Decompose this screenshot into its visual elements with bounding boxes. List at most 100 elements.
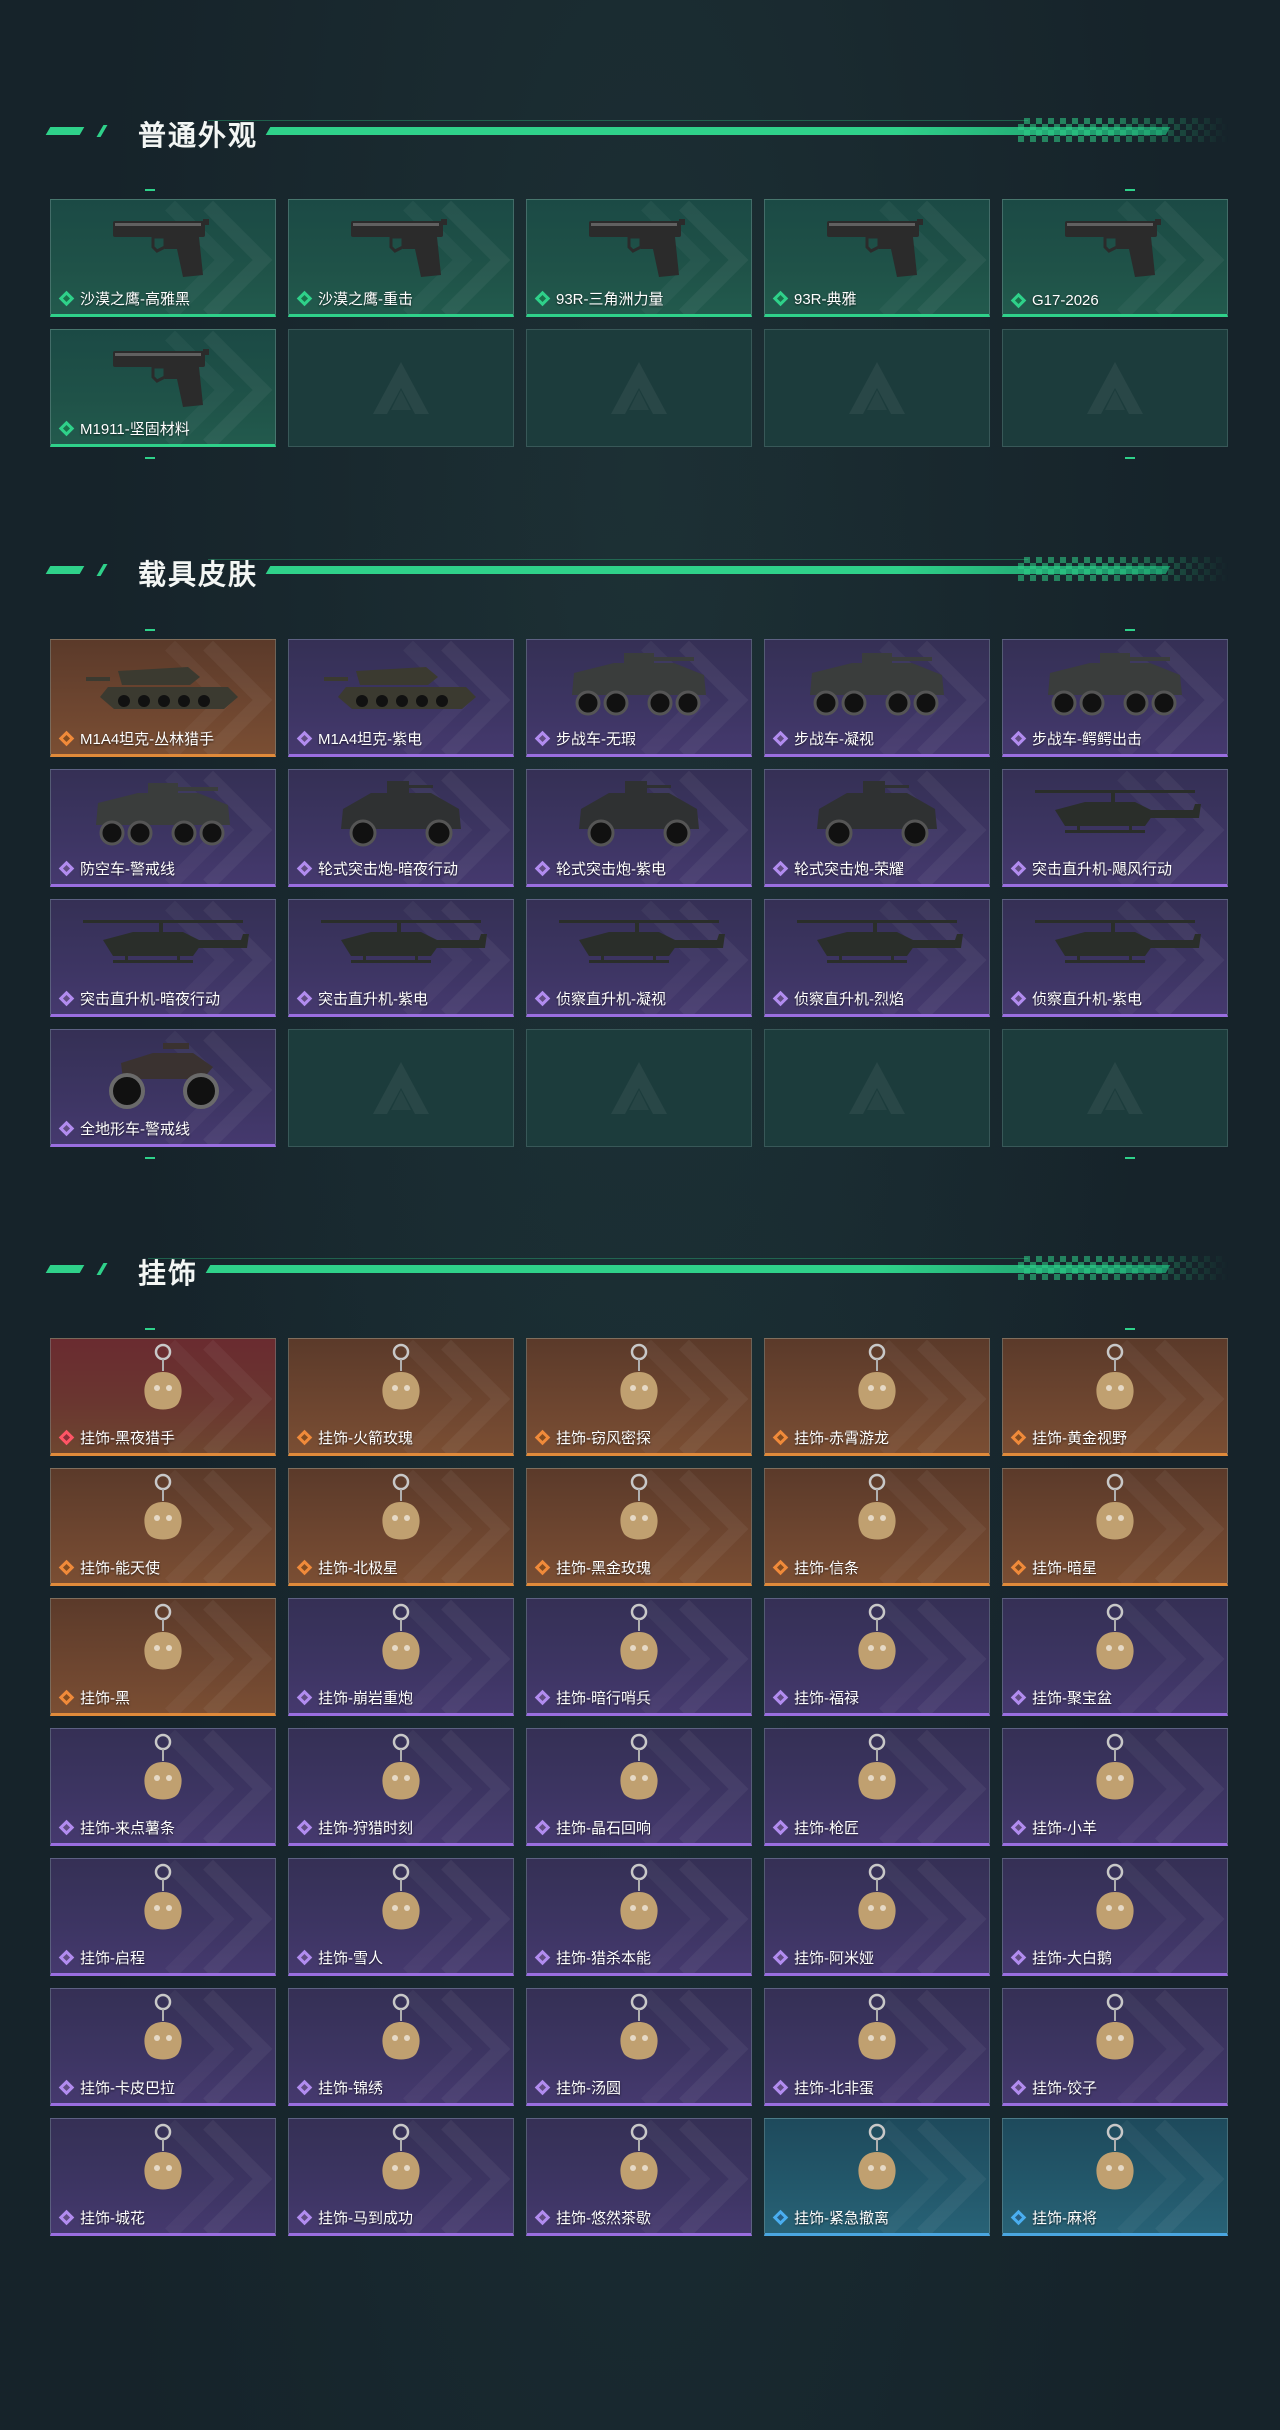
item-card[interactable]: 挂饰-麻将 [1002, 2118, 1228, 2236]
item-label: 步战车-鳄鳄出击 [1010, 728, 1142, 749]
item-card[interactable]: 挂饰-紧急撤离 [764, 2118, 990, 2236]
item-card[interactable]: 挂饰-悠然茶歇 [526, 2118, 752, 2236]
item-name: G17-2026 [1032, 292, 1099, 309]
empty-slot [288, 329, 514, 447]
rarity-diamond-icon [296, 1559, 313, 1576]
item-label: 93R-三角洲力量 [534, 288, 664, 309]
item-card[interactable]: 挂饰-崩岩重炮 [288, 1598, 514, 1716]
item-card[interactable]: M1A4坦克-紫电 [288, 639, 514, 757]
item-card[interactable]: 挂饰-阿米娅 [764, 1858, 990, 1976]
item-card[interactable]: 挂饰-枪匠 [764, 1728, 990, 1846]
item-card[interactable]: 轮式突击炮-暗夜行动 [288, 769, 514, 887]
delta-logo-icon [847, 1060, 907, 1116]
rarity-diamond-icon [296, 860, 313, 877]
item-card[interactable]: 防空车-警戒线 [50, 769, 276, 887]
item-card[interactable]: 挂饰-汤圆 [526, 1988, 752, 2106]
rarity-diamond-icon [58, 860, 75, 877]
item-card[interactable]: 轮式突击炮-紫电 [526, 769, 752, 887]
item-card[interactable]: 挂饰-卡皮巴拉 [50, 1988, 276, 2106]
item-card[interactable]: 挂饰-福禄 [764, 1598, 990, 1716]
item-card[interactable]: 挂饰-北极星 [288, 1468, 514, 1586]
item-card[interactable]: 挂饰-来点薯条 [50, 1728, 276, 1846]
rarity-diamond-icon [1010, 2079, 1027, 2096]
item-card[interactable]: 挂饰-狩猎时刻 [288, 1728, 514, 1846]
rarity-diamond-icon [296, 2079, 313, 2096]
item-card[interactable]: 侦察直升机-紫电 [1002, 899, 1228, 1017]
item-card[interactable]: 突击直升机-紫电 [288, 899, 514, 1017]
item-card[interactable]: 侦察直升机-烈焰 [764, 899, 990, 1017]
item-name: 步战车-无瑕 [556, 731, 636, 748]
item-card[interactable]: 挂饰-能天使 [50, 1468, 276, 1586]
item-name: 突击直升机-暗夜行动 [80, 991, 220, 1008]
item-card[interactable]: 挂饰-雪人 [288, 1858, 514, 1976]
item-card[interactable]: 步战车-无瑕 [526, 639, 752, 757]
rarity-diamond-icon [534, 990, 551, 1007]
item-card[interactable]: 轮式突击炮-荣耀 [764, 769, 990, 887]
item-card[interactable]: 挂饰-小羊 [1002, 1728, 1228, 1846]
item-card[interactable]: 挂饰-黑 [50, 1598, 276, 1716]
item-card[interactable]: 沙漠之鹰-重击 [288, 199, 514, 317]
item-card[interactable]: 挂饰-聚宝盆 [1002, 1598, 1228, 1716]
empty-slot [526, 1029, 752, 1147]
item-label: 挂饰-暗星 [1010, 1557, 1097, 1578]
item-card[interactable]: G17-2026 [1002, 199, 1228, 317]
item-card[interactable]: 挂饰-黑金玫瑰 [526, 1468, 752, 1586]
item-card[interactable]: 步战车-鳄鳄出击 [1002, 639, 1228, 757]
rarity-diamond-icon [1010, 860, 1027, 877]
item-card[interactable]: 挂饰-马到成功 [288, 2118, 514, 2236]
item-label: 挂饰-晶石回响 [534, 1817, 651, 1838]
rarity-diamond-icon [296, 730, 313, 747]
item-card[interactable]: 挂饰-晶石回响 [526, 1728, 752, 1846]
item-card[interactable]: 挂饰-暗行哨兵 [526, 1598, 752, 1716]
item-card[interactable]: 挂饰-启程 [50, 1858, 276, 1976]
item-card[interactable]: 挂饰-猎杀本能 [526, 1858, 752, 1976]
item-name: 挂饰-赤霄游龙 [794, 1430, 889, 1447]
item-card[interactable]: 93R-典雅 [764, 199, 990, 317]
item-card[interactable]: 侦察直升机-凝视 [526, 899, 752, 1017]
rarity-diamond-icon [534, 2079, 551, 2096]
pistol-icon [765, 204, 989, 286]
item-card[interactable]: 挂饰-黄金视野 [1002, 1338, 1228, 1456]
charm-icon [1003, 1473, 1227, 1555]
item-card[interactable]: 挂饰-黑夜猎手 [50, 1338, 276, 1456]
charm-icon [289, 1733, 513, 1815]
charm-icon [527, 1733, 751, 1815]
item-name: 挂饰-黑 [80, 1690, 130, 1707]
rarity-diamond-icon [296, 990, 313, 1007]
rarity-diamond-icon [58, 1559, 75, 1576]
item-card[interactable]: 93R-三角洲力量 [526, 199, 752, 317]
item-card[interactable]: 步战车-凝视 [764, 639, 990, 757]
item-card[interactable]: 挂饰-大白鹅 [1002, 1858, 1228, 1976]
item-name: 突击直升机-紫电 [318, 991, 428, 1008]
charm-icon [1003, 1343, 1227, 1425]
item-card[interactable]: 突击直升机-飓风行动 [1002, 769, 1228, 887]
item-name: 挂饰-能天使 [80, 1560, 160, 1577]
empty-slot [764, 1029, 990, 1147]
item-label: 挂饰-城花 [58, 2207, 145, 2228]
item-card[interactable]: 全地形车-警戒线 [50, 1029, 276, 1147]
empty-slot [288, 1029, 514, 1147]
item-card[interactable]: M1911-坚固材料 [50, 329, 276, 447]
item-card[interactable]: 沙漠之鹰-高雅黑 [50, 199, 276, 317]
item-card[interactable]: 挂饰-窃风密探 [526, 1338, 752, 1456]
item-name: M1911-坚固材料 [80, 421, 190, 438]
item-label: 侦察直升机-紫电 [1010, 988, 1142, 1009]
item-name: 挂饰-黑金玫瑰 [556, 1560, 651, 1577]
item-card[interactable]: 挂饰-火箭玫瑰 [288, 1338, 514, 1456]
item-card[interactable]: 挂饰-赤霄游龙 [764, 1338, 990, 1456]
item-name: M1A4坦克-丛林猎手 [80, 731, 215, 748]
item-card[interactable]: 挂饰-暗星 [1002, 1468, 1228, 1586]
charm-icon [289, 1993, 513, 2075]
item-card[interactable]: 挂饰-信条 [764, 1468, 990, 1586]
rarity-diamond-icon [58, 990, 75, 1007]
item-card[interactable]: 挂饰-饺子 [1002, 1988, 1228, 2106]
item-card[interactable]: 挂饰-锦绣 [288, 1988, 514, 2106]
item-name: 挂饰-北极星 [318, 1560, 398, 1577]
item-card[interactable]: M1A4坦克-丛林猎手 [50, 639, 276, 757]
item-name: 挂饰-锦绣 [318, 2080, 383, 2097]
item-card[interactable]: 突击直升机-暗夜行动 [50, 899, 276, 1017]
item-name: 全地形车-警戒线 [80, 1121, 190, 1138]
item-label: M1911-坚固材料 [58, 418, 190, 439]
item-card[interactable]: 挂饰-北非蛋 [764, 1988, 990, 2106]
item-card[interactable]: 挂饰-城花 [50, 2118, 276, 2236]
